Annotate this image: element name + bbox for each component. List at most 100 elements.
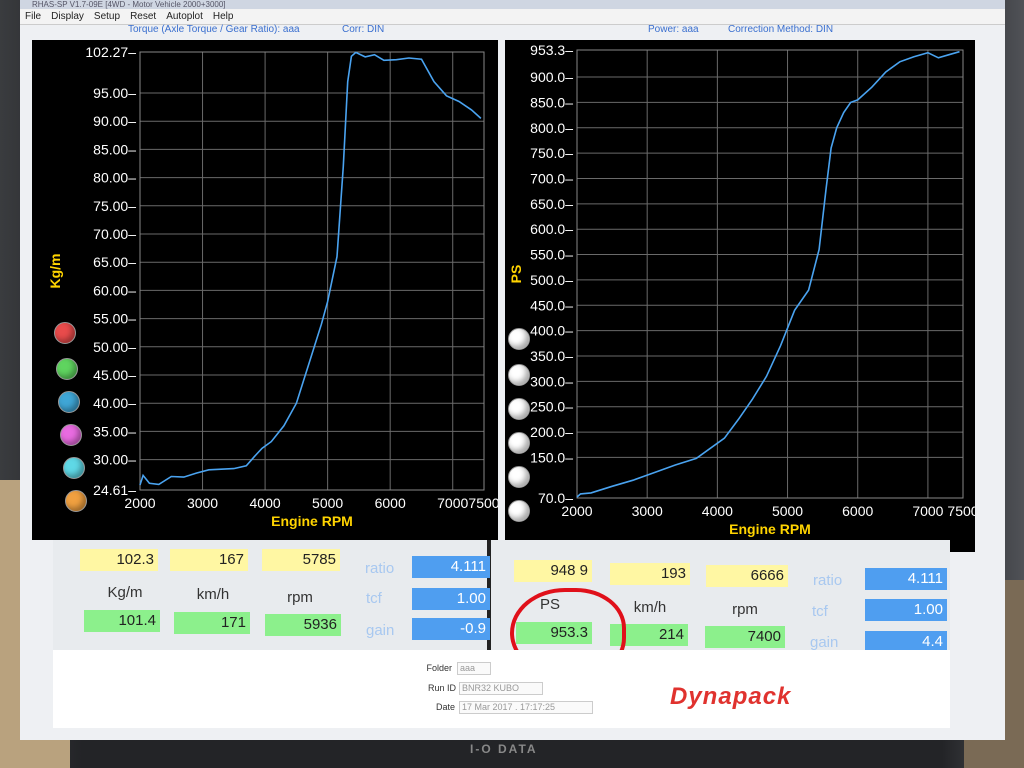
y-tick-label: 35.00–	[93, 423, 136, 439]
trace-color-green-button[interactable]	[56, 358, 78, 380]
left-max-rpm: 5785	[262, 549, 340, 571]
left-max-speed: 167	[170, 549, 248, 571]
trace-slot-5-button[interactable]	[508, 466, 530, 488]
x-tick-label: 6000	[375, 495, 406, 511]
x-tick-label: 3000	[632, 503, 663, 519]
torque-header: Torque (Axle Torque / Gear Ratio): aaa	[128, 24, 300, 35]
left-gain-value[interactable]: -0.9	[412, 618, 490, 640]
y-tick-label: 40.00–	[93, 395, 136, 411]
y-tick-label: 55.00–	[93, 311, 136, 327]
menu-help[interactable]: Help	[213, 11, 234, 22]
trace-color-cyan-button[interactable]	[63, 457, 85, 479]
right-max-power: 948 9	[514, 560, 592, 582]
y-tick-label: 700.0–	[530, 170, 573, 186]
y-tick-label: 75.00–	[93, 198, 136, 214]
left-tcf-value[interactable]: 1.00	[412, 588, 490, 610]
x-axis-title: Engine RPM	[729, 521, 811, 537]
y-tick-label: 300.0–	[530, 373, 573, 389]
power-chart: 2000 3000 4000 5000 6000 7000 7500953.3–900.0–…	[508, 42, 975, 537]
correction-header: Correction Method: DIN	[728, 24, 834, 35]
right-max-rpm: 6666	[706, 565, 788, 587]
menu-autoplot[interactable]: Autoplot	[166, 11, 203, 22]
x-tick-label: 5000	[772, 503, 803, 519]
x-tick-label: 6000	[842, 503, 873, 519]
y-axis-title: Kg/m	[47, 254, 63, 289]
y-tick-label: 400.0–	[530, 323, 573, 339]
x-tick-label: 7000	[437, 495, 468, 511]
x-tick-label: 4000	[250, 495, 281, 511]
right-label-rpm: rpm	[732, 601, 758, 618]
y-tick-label: 800.0–	[530, 120, 573, 136]
trace-slot-3-button[interactable]	[508, 398, 530, 420]
right-tcf-value[interactable]: 1.00	[865, 599, 947, 621]
right-tcf-label: tcf	[812, 603, 828, 620]
y-tick-label: 95.00–	[93, 85, 136, 101]
menu-reset[interactable]: Reset	[130, 11, 156, 22]
trace-slot-1-button[interactable]	[508, 328, 530, 350]
right-ratio-value[interactable]: 4.111	[865, 568, 947, 590]
trace-slot-4-button[interactable]	[508, 432, 530, 454]
menu-display[interactable]: Display	[51, 11, 84, 22]
series-line	[139, 51, 482, 486]
y-tick-label: 500.0–	[530, 272, 573, 288]
y-tick-label: 850.0–	[530, 94, 573, 110]
y-tick-label: 70.00–	[93, 226, 136, 242]
trace-slot-6-button[interactable]	[508, 500, 530, 522]
run-id-field[interactable]: BNR32 KUBO	[459, 682, 543, 695]
left-ratio-value[interactable]: 4.111	[412, 556, 490, 578]
x-tick-label: 5000	[312, 495, 343, 511]
y-tick-label: 65.00–	[93, 254, 136, 270]
left-ratio-label: ratio	[365, 560, 395, 577]
y-tick-label: 102.27–	[85, 44, 136, 60]
y-tick-label: 953.3–	[530, 42, 573, 58]
right-gain-label: gain	[810, 634, 839, 651]
power-plot: 2000 3000 4000 5000 6000 7000 7500 953.3– 900.0–…	[505, 40, 975, 552]
plot-frame	[139, 51, 485, 491]
left-max-torque: 102.3	[80, 549, 158, 571]
y-tick-label: 350.0–	[530, 348, 573, 364]
y-tick-label: 45.00–	[93, 367, 136, 383]
right-current-rpm: 7400	[705, 626, 785, 648]
menu-setup[interactable]: Setup	[94, 11, 120, 22]
y-tick-label: 30.00–	[93, 452, 136, 468]
left-tcf-label: tcf	[366, 590, 382, 607]
y-axis-title: PS	[508, 265, 524, 284]
right-ratio-label: ratio	[813, 572, 843, 589]
right-label-speed: km/h	[633, 599, 667, 616]
window-title: RHAS-SP V1.7-09E [4WD - Motor Vehicle 20…	[20, 0, 1005, 9]
menu-file[interactable]: File	[25, 11, 41, 22]
trace-color-orange-button[interactable]	[65, 490, 87, 512]
trace-slot-2-button[interactable]	[508, 364, 530, 386]
x-tick-label: 7500	[947, 503, 975, 519]
trace-color-blue-button[interactable]	[58, 391, 80, 413]
date-field[interactable]: 17 Mar 2017 . 17:17:25	[459, 701, 593, 714]
x-axis-title: Engine RPM	[271, 513, 353, 529]
y-tick-label: 70.0–	[538, 490, 573, 506]
trace-color-magenta-button[interactable]	[60, 424, 82, 446]
monitor-brand-label: I-O DATA	[470, 742, 538, 756]
y-tick-label: 150.0–	[530, 449, 573, 465]
x-tick-label: 7000	[912, 503, 943, 519]
y-tick-label: 60.00–	[93, 282, 136, 298]
y-tick-label: 250.0–	[530, 399, 573, 415]
y-tick-label: 85.00–	[93, 141, 136, 157]
y-tick-label: 90.00–	[93, 113, 136, 129]
x-tick-label: 4000	[702, 503, 733, 519]
x-tick-label: 7500	[468, 495, 498, 511]
torque-chart: 2000 3000 4000 5000 6000 7000 7500102.27–95.00…	[47, 44, 498, 529]
y-tick-label: 24.61–	[93, 482, 136, 498]
left-current-rpm: 5936	[265, 614, 341, 636]
folder-label: Folder	[426, 663, 452, 673]
y-tick-label: 650.0–	[530, 196, 573, 212]
power-header: Power: aaa	[648, 24, 699, 35]
y-tick-label: 50.00–	[93, 339, 136, 355]
folder-field[interactable]: aaa	[457, 662, 491, 675]
left-gain-label: gain	[366, 622, 395, 639]
torque-plot: 2000 3000 4000 5000 6000 7000 7500 102.27– 95.00…	[32, 40, 498, 540]
y-tick-label: 450.0–	[530, 297, 573, 313]
left-label-torque: Kg/m	[107, 584, 143, 601]
left-label-rpm: rpm	[287, 589, 313, 606]
trace-color-red-button[interactable]	[54, 322, 76, 344]
date-label: Date	[435, 702, 455, 712]
dynapack-logo: Dynapack	[670, 683, 792, 710]
